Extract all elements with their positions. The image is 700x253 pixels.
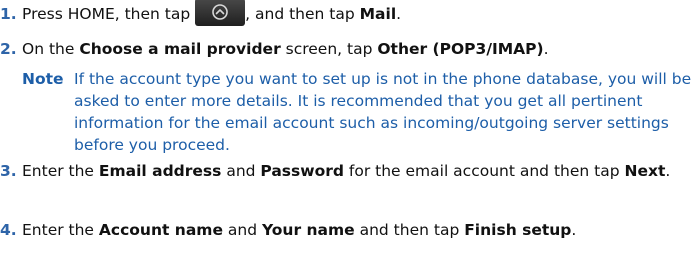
step-text-part: . bbox=[665, 162, 671, 180]
step-bold-text: Choose a mail provider bbox=[79, 40, 281, 58]
step-bold-text: Mail bbox=[359, 5, 397, 23]
step-number: 4. bbox=[0, 221, 17, 239]
step-bold-text: Email address bbox=[98, 162, 222, 180]
step-bold-text: Next bbox=[624, 162, 666, 180]
step-text-part: , and then tap bbox=[245, 5, 360, 23]
step-text-part: . bbox=[571, 221, 577, 239]
step-text-part: for the email account and then tap bbox=[343, 162, 625, 180]
step-bold-text: Your name bbox=[261, 221, 355, 239]
step-bold-text: Password bbox=[260, 162, 344, 180]
note-box: Note If the account type you want to set… bbox=[22, 68, 696, 156]
all-apps-icon bbox=[212, 3, 228, 20]
step-number: 3. bbox=[0, 162, 17, 180]
note-label: Note bbox=[22, 70, 64, 88]
step-text-part: Enter the bbox=[22, 221, 99, 239]
step-text: On the Choose a mail provider screen, ta… bbox=[22, 38, 696, 60]
step-number: 1. bbox=[0, 5, 17, 23]
step-text: Press HOME, then tap , and then tap Mail… bbox=[22, 0, 696, 26]
step-text-part: and bbox=[221, 162, 261, 180]
step-bold-text: Finish setup bbox=[464, 221, 572, 239]
step-text: Enter the Account name and Your name and… bbox=[22, 219, 696, 241]
step-text-part: Press HOME, then tap bbox=[22, 5, 196, 23]
step-text-part: Enter the bbox=[22, 162, 99, 180]
all-apps-button-image bbox=[195, 0, 246, 26]
step-text-part: On the bbox=[22, 40, 80, 58]
step-text-part: screen, tap bbox=[280, 40, 378, 58]
step-number: 2. bbox=[0, 40, 17, 58]
note-text: If the account type you want to set up i… bbox=[74, 70, 692, 154]
step-text-part: . bbox=[396, 5, 402, 23]
step-bold-text: Account name bbox=[98, 221, 223, 239]
step-text-part: and bbox=[222, 221, 262, 239]
step-text-part: and then tap bbox=[354, 221, 465, 239]
step-text: Enter the Email address and Password for… bbox=[22, 160, 696, 182]
step-bold-text: Other (POP3/IMAP) bbox=[377, 40, 544, 58]
step-text-part: . bbox=[543, 40, 549, 58]
